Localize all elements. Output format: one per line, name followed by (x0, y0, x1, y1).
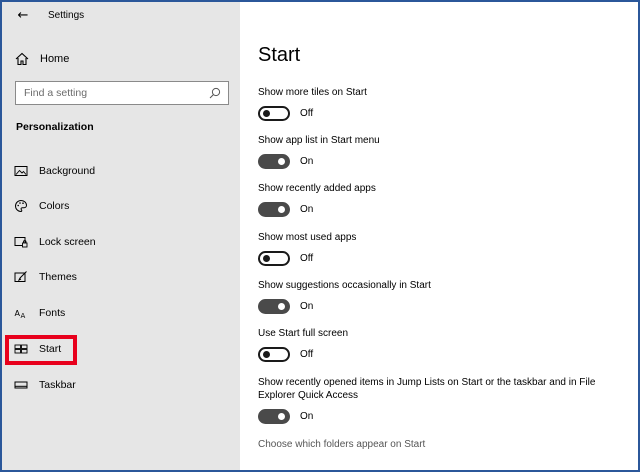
setting-app-list: Show app list in Start menu On (258, 134, 628, 169)
setting-label: Use Start full screen (258, 328, 349, 339)
setting-suggestions: Show suggestions occasionally in Start O… (258, 279, 628, 314)
toggle-knob (278, 157, 285, 165)
sidebar-item-label: Themes (39, 271, 77, 283)
picture-icon (14, 164, 28, 178)
setting-label: Show recently added apps (258, 183, 376, 194)
toggle-knob (278, 205, 285, 213)
page-title: Start (258, 44, 301, 66)
home-icon (14, 51, 30, 67)
sidebar-item-taskbar[interactable]: Taskbar (2, 368, 240, 402)
sidebar-item-label: Background (39, 165, 96, 177)
toggle-knob (263, 254, 270, 262)
toggle-state: On (300, 410, 314, 422)
toggle-state: Off (300, 107, 314, 119)
sidebar-item-label: Fonts (39, 307, 66, 319)
sidebar-item-themes[interactable]: Themes (2, 260, 240, 294)
main-content: Start Show more tiles on Start Off Show … (240, 2, 638, 470)
search-input[interactable] (16, 82, 206, 104)
setting-label: Show more tiles on Start (258, 87, 367, 98)
fonts-icon: AA (14, 306, 28, 320)
home-nav-item[interactable]: Home (14, 48, 69, 70)
palette-icon (14, 199, 28, 213)
settings-window: ← Settings Home Personalization Backgrou… (0, 0, 640, 472)
sidebar-item-start[interactable]: Start (2, 332, 240, 366)
setting-recently-added: Show recently added apps On (258, 182, 628, 217)
title-bar: ← Settings (2, 2, 240, 32)
toggle-state: Off (300, 348, 314, 360)
toggle-switch[interactable] (258, 250, 290, 266)
toggle-state: Off (300, 252, 314, 264)
sidebar-item-label: Lock screen (39, 236, 96, 248)
setting-label: Show suggestions occasionally in Start (258, 280, 431, 291)
toggle-state: On (300, 203, 314, 215)
setting-label: Show most used apps (258, 232, 357, 243)
search-box (15, 81, 229, 105)
svg-text:A: A (21, 312, 26, 320)
home-label: Home (40, 53, 70, 65)
sidebar-item-lock-screen[interactable]: Lock screen (2, 225, 240, 259)
toggle-switch[interactable] (258, 346, 290, 362)
themes-icon (14, 270, 28, 284)
sidebar-item-label: Colors (39, 200, 70, 212)
toggle-switch[interactable] (258, 408, 290, 424)
window-title: Settings (48, 10, 85, 21)
lock-screen-icon (14, 235, 28, 249)
toggle-knob (263, 109, 270, 117)
toggle-knob (263, 350, 270, 358)
sidebar-item-fonts[interactable]: AA Fonts (2, 296, 240, 330)
setting-label: Show app list in Start menu (258, 135, 380, 146)
sidebar-item-background[interactable]: Background (2, 154, 240, 188)
toggle-state: On (300, 155, 314, 167)
taskbar-icon (14, 378, 28, 392)
start-icon (14, 342, 28, 356)
sidebar-item-label: Taskbar (39, 379, 76, 391)
back-arrow-icon[interactable]: ← (12, 6, 34, 26)
setting-more-tiles: Show more tiles on Start Off (258, 86, 628, 121)
toggle-knob (278, 412, 285, 420)
sidebar: ← Settings Home Personalization Backgrou… (2, 2, 240, 470)
setting-jump-lists: Show recently opened items in Jump Lists… (258, 376, 603, 424)
toggle-state: On (300, 300, 314, 312)
section-heading: Personalization (16, 121, 94, 133)
toggle-switch[interactable] (258, 298, 290, 314)
search-icon[interactable] (208, 86, 222, 100)
choose-folders-link[interactable]: Choose which folders appear on Start (258, 439, 425, 450)
toggle-switch[interactable] (258, 105, 290, 121)
sidebar-item-label: Start (39, 343, 62, 355)
toggle-knob (278, 302, 285, 310)
toggle-switch[interactable] (258, 201, 290, 217)
toggle-switch[interactable] (258, 153, 290, 169)
setting-most-used: Show most used apps Off (258, 231, 628, 266)
setting-full-screen: Use Start full screen Off (258, 327, 628, 362)
setting-label: Show recently opened items in Jump Lists… (258, 377, 596, 401)
sidebar-item-colors[interactable]: Colors (2, 189, 240, 223)
